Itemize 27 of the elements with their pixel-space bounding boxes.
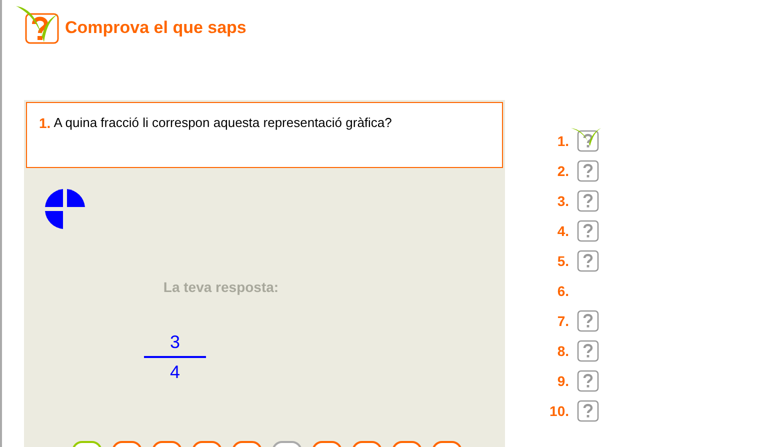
answer-label: La teva resposta: bbox=[163, 278, 279, 297]
question-number: 10. bbox=[548, 402, 569, 420]
question-number: 8. bbox=[556, 342, 569, 360]
question-icon bbox=[577, 250, 599, 272]
question-number: 2. bbox=[556, 162, 569, 180]
question-icon bbox=[577, 130, 599, 152]
question-icon bbox=[577, 160, 599, 182]
question-number: 1. bbox=[39, 115, 51, 131]
question-icon bbox=[577, 310, 599, 332]
question-number: 9. bbox=[556, 372, 569, 390]
question-number: 1. bbox=[556, 132, 569, 150]
question-icon bbox=[577, 340, 599, 362]
question-number: 5. bbox=[556, 252, 569, 270]
question-icon bbox=[577, 220, 599, 242]
question-icon bbox=[577, 400, 599, 422]
question-number: 3. bbox=[556, 192, 569, 210]
fraction-pie-drawing bbox=[45, 189, 85, 229]
question-icon bbox=[577, 370, 599, 392]
checkmark-icon bbox=[571, 126, 601, 146]
question-icon bbox=[577, 190, 599, 212]
help-logo-icon bbox=[16, 4, 62, 44]
question-number: 7. bbox=[556, 312, 569, 330]
answer-fraction: 3 4 bbox=[144, 332, 206, 382]
question-number: 6. bbox=[556, 282, 569, 300]
question-text: A quina fracció li correspon aquesta representació gràfica? bbox=[54, 115, 392, 131]
question-number: 4. bbox=[556, 222, 569, 240]
page-title: Comprova el que saps bbox=[65, 17, 246, 40]
